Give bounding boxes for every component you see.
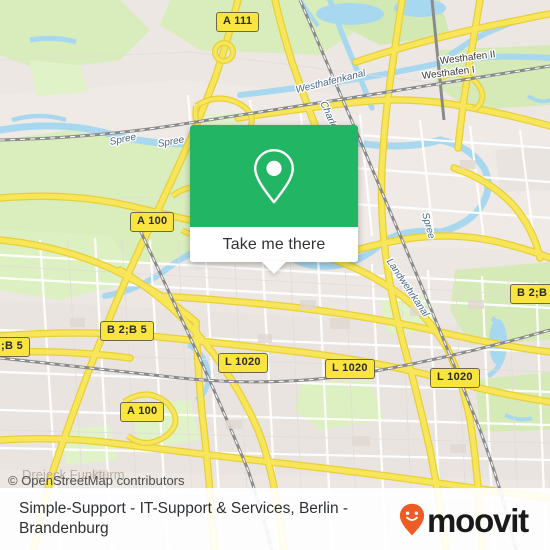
moovit-wordmark: moovit [427,501,529,539]
road-shield: B 2;B 5 [100,321,154,341]
map-attribution: © OpenStreetMap contributors [8,473,185,488]
road-shield: B 2;B 5 [510,284,550,304]
place-title: Simple-Support - IT-Support & Services, … [19,499,349,537]
location-pin-icon [254,149,294,204]
road-shield: A 100 [130,212,175,232]
road-shield: L 1020 [218,353,268,373]
footer-bar: Simple-Support - IT-Support & Services, … [0,488,550,550]
location-popup-card[interactable]: Take me there [190,125,358,274]
take-me-there-button[interactable]: Take me there [223,236,326,254]
moovit-map-screenshot: Westhafen II Westhafen I Westhafenkanal Cha… [0,0,550,550]
map-canvas[interactable]: Westhafen II Westhafen I Westhafenkanal Cha… [0,0,550,550]
popup-tail-pointer [261,261,287,274]
road-shield: A 100 [120,402,165,422]
popup-cta-area[interactable]: Take me there [190,227,358,262]
moovit-logo[interactable]: moovit [399,502,536,537]
road-shield: L 1020 [430,368,480,388]
moovit-smiley-pin-icon [399,503,425,535]
road-shield: A 111 [216,12,260,32]
popup-pin-area [190,125,358,227]
road-shield: ;B 5 [0,337,30,357]
road-shield: L 1020 [325,359,375,379]
